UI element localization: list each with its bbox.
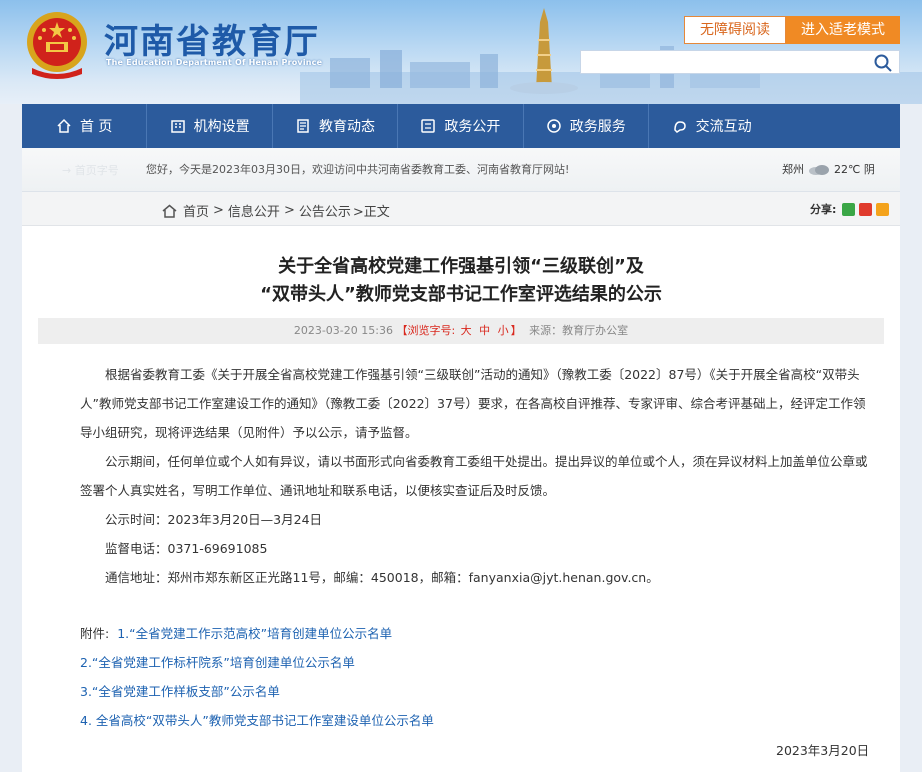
supervision-phone: 监督电话：0371-69691085 (105, 541, 268, 556)
share-label: 分享: (810, 203, 837, 216)
header-banner: 河南省教育厅 The Education Department Of Henan… (0, 0, 922, 104)
attachment-link[interactable]: 1.“全省党建工作示范高校”培育创建单位公示名单 (117, 626, 392, 641)
publish-date: 2023-03-20 15:36 (293, 324, 393, 337)
news-icon (297, 119, 309, 133)
nav-item-label: 教育动态 (318, 119, 375, 135)
interact-icon (673, 121, 686, 133)
home-icon (57, 118, 71, 133)
search-icon[interactable] (873, 53, 893, 73)
attachment-row: 2.“全省党建工作标杆院系”培育创建单位公示名单 (80, 652, 355, 671)
paragraph: 公示期间，任何单位或个人如有异议，请以书面形式向省委教育工委组干处提出。提出异议… (80, 454, 868, 498)
breadcrumb-home[interactable]: 首页 (183, 201, 209, 220)
accessible-reading-button[interactable]: 无障碍阅读 (684, 16, 786, 44)
font-size-label: 【浏览字号: (396, 324, 456, 337)
font-size-medium-button[interactable]: 中 (479, 324, 490, 337)
font-size-small-button[interactable]: 小 (498, 324, 509, 337)
paragraph: 根据省委教育工委《关于开展全省高校党建工作强基引领“三级联创”活动的通知》（豫教… (80, 367, 866, 440)
search-input[interactable] (581, 51, 861, 73)
service-icon (547, 119, 561, 133)
breadcrumb-separator: > (283, 203, 295, 218)
breadcrumb-notices[interactable]: 公告公示 (299, 201, 351, 220)
site-logo-title[interactable]: 河南省教育厅 (104, 14, 320, 63)
nav-item-interact[interactable]: 交流互动 (649, 104, 774, 148)
welcome-bar: → 首页字号 您好，今天是2023年03月30日，欢迎访问中共河南省委教育工委、… (22, 148, 900, 192)
article-title-line2: “双带头人”教师党支部书记工作室评选结果的公示 (260, 284, 662, 305)
font-size-bracket-close: 】 (510, 324, 522, 337)
weather-temp: 22℃ 阴 (834, 163, 875, 176)
article-title-line1: 关于全省高校党建工作强基引领“三级联创”及 (278, 256, 644, 277)
breadcrumb-info-open[interactable]: 信息公开 (228, 201, 280, 220)
elder-mode-button[interactable]: 进入适老模式 (786, 16, 900, 44)
nav-item-home[interactable]: 首 页 (22, 104, 148, 148)
font-size-large-button[interactable]: 大 (461, 324, 472, 337)
attachment-link[interactable]: 3.“全省党建工作样板支部”公示名单 (80, 684, 280, 699)
nav-item-service[interactable]: 政务服务 (524, 104, 649, 148)
breadcrumb-current: >正文 (352, 205, 390, 220)
attachment-link[interactable]: 2.“全省党建工作标杆院系”培育创建单位公示名单 (80, 655, 355, 670)
nav-item-label: 政务公开 (444, 119, 501, 135)
article-body: 根据省委教育工委《关于开展全省高校党建工作强基引领“三级联创”活动的通知》（豫教… (80, 360, 870, 592)
nav-item-gov-open[interactable]: 政务公开 (398, 104, 524, 148)
main-nav: 首 页 机构设置 教育动态 政务公开 政务服务 交流互动 (22, 104, 900, 148)
nav-item-label: 机构设置 (193, 119, 250, 135)
ghost-text: → 首页字号 (62, 164, 119, 177)
nav-item-org[interactable]: 机构设置 (147, 104, 273, 148)
article-meta: 2023-03-20 15:36 【浏览字号: 大 中 小】 来源：教育厅办公室 (38, 318, 884, 344)
nav-item-label: 首 页 (79, 119, 113, 135)
weather-city: 郑州 (782, 163, 804, 176)
national-emblem-icon (27, 12, 87, 79)
breadcrumb: 首页 > 信息公开 > 公告公示 >正文 (162, 201, 390, 220)
home-icon (162, 204, 177, 218)
breadcrumb-separator: > (213, 203, 224, 218)
search-box (580, 50, 900, 74)
publicity-period: 公示时间：2023年3月20日—3月24日 (105, 512, 323, 527)
gov-open-icon (421, 119, 436, 133)
attachment-link[interactable]: 4. 全省高校“双带头人”教师党支部书记工作室建设单位公示名单 (80, 713, 434, 728)
nav-item-news[interactable]: 教育动态 (273, 104, 399, 148)
breadcrumb-bar: 首页 > 信息公开 > 公告公示 >正文 分享: (22, 192, 900, 226)
org-icon (170, 120, 185, 133)
weather-widget: 郑州 22℃ 阴 (782, 161, 875, 177)
welcome-message: 您好，今天是2023年03月30日，欢迎访问中共河南省委教育工委、河南省教育厅网… (146, 163, 570, 176)
article-date: 2023年3月20日 (776, 743, 870, 758)
attachment-row: 附件: 1.“全省党建工作示范高校”培育创建单位公示名单 (80, 623, 392, 642)
site-logo-subtitle: The Education Department Of Henan Provin… (106, 58, 323, 67)
cloudy-icon (809, 165, 829, 175)
weibo-share-icon[interactable] (859, 202, 873, 216)
attachment-row: 3.“全省党建工作样板支部”公示名单 (80, 681, 280, 700)
attachment-label: 附件: (80, 626, 110, 641)
qzone-share-icon[interactable] (876, 202, 890, 216)
nav-item-label: 政务服务 (569, 119, 626, 135)
nav-item-label: 交流互动 (695, 119, 752, 135)
article-panel: 关于全省高校党建工作强基引领“三级联创”及 “双带头人”教师党支部书记工作室评选… (22, 226, 900, 772)
wechat-share-icon[interactable] (842, 202, 856, 216)
mailing-address: 通信地址：郑州市郑东新区正光路11号，邮编：450018，邮箱：fanyanxi… (105, 570, 659, 585)
article-source: 来源：教育厅办公室 (529, 324, 629, 337)
attachment-row: 4. 全省高校“双带头人”教师党支部书记工作室建设单位公示名单 (80, 710, 434, 729)
share-bar: 分享: (810, 201, 890, 217)
